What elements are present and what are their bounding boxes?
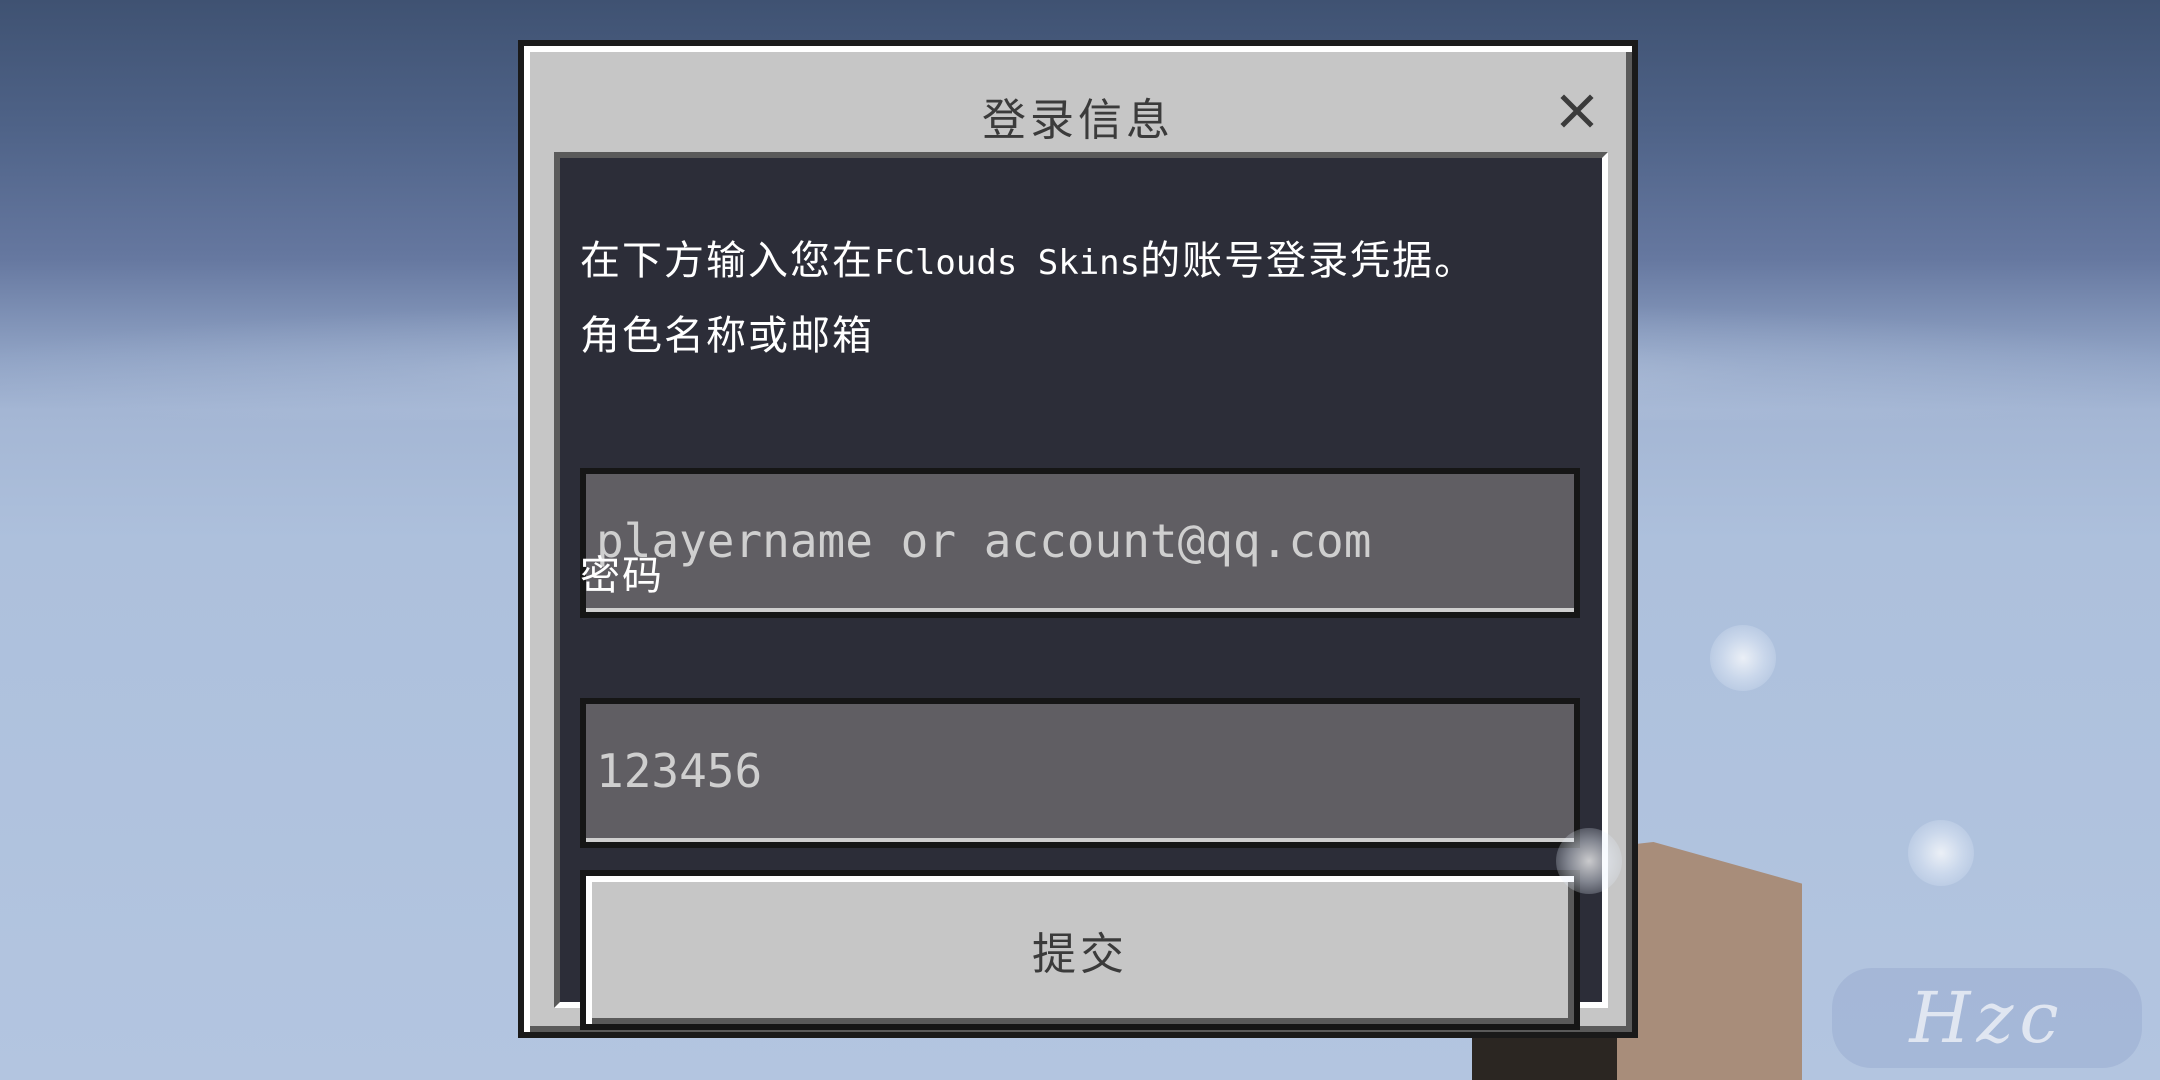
dialog-title: 登录信息	[982, 95, 1174, 146]
watermark: Hzc	[1832, 968, 2142, 1068]
touch-indicator	[1710, 625, 1776, 691]
watermark-text: Hzc	[1909, 977, 2065, 1059]
login-dialog: 登录信息 在下方输入您在FClouds Skins的账号登录凭据。 角色名称或邮…	[518, 40, 1638, 1038]
submit-button[interactable]: 提交	[580, 870, 1580, 1030]
username-field[interactable]: playername or account@qq.com	[580, 468, 1580, 618]
game-scene: 登录信息 在下方输入您在FClouds Skins的账号登录凭据。 角色名称或邮…	[0, 0, 2160, 1080]
login-description: 在下方输入您在FClouds Skins的账号登录凭据。	[580, 238, 1477, 284]
submit-label: 提交	[1032, 929, 1128, 980]
form-panel: 在下方输入您在FClouds Skins的账号登录凭据。 角色名称或邮箱 pla…	[554, 152, 1608, 1030]
touch-indicator	[1908, 820, 1974, 886]
username-label: 角色名称或邮箱	[580, 313, 874, 359]
close-button[interactable]	[1552, 86, 1602, 136]
close-icon	[1560, 94, 1594, 128]
password-value: 123456	[596, 744, 763, 798]
username-value: playername or account@qq.com	[596, 514, 1372, 568]
touch-indicator	[1556, 828, 1622, 894]
password-label: 密码	[580, 553, 664, 599]
password-field[interactable]: 123456	[580, 698, 1580, 848]
